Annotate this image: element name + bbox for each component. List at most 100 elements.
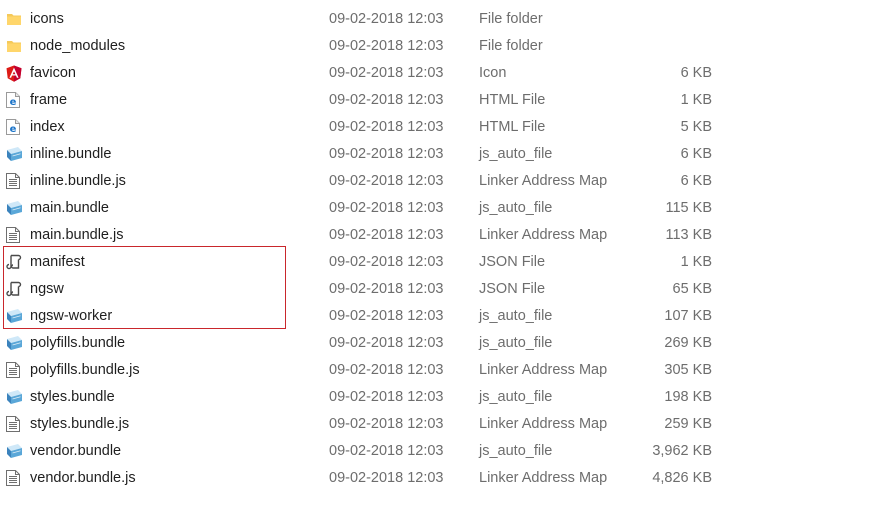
- file-date-modified: 09-02-2018 12:03: [329, 335, 444, 351]
- file-date-modified: 09-02-2018 12:03: [329, 119, 444, 135]
- file-row-inline.bundle.js[interactable]: inline.bundle.js 09-02-2018 12:03 Linker…: [0, 168, 887, 195]
- svg-text:e: e: [10, 124, 17, 135]
- file-type: js_auto_file: [479, 443, 553, 459]
- file-row-manifest[interactable]: manifest 09-02-2018 12:03 JSON File 1 KB: [0, 249, 887, 276]
- file-type: js_auto_file: [479, 308, 553, 324]
- file-date-modified: 09-02-2018 12:03: [329, 470, 444, 486]
- file-row-styles.bundle.js[interactable]: styles.bundle.js 09-02-2018 12:03 Linker…: [0, 411, 887, 438]
- file-row-node_modules[interactable]: node_modules 09-02-2018 12:03 File folde…: [0, 33, 887, 60]
- file-row-ngsw-worker[interactable]: ngsw-worker 09-02-2018 12:03 js_auto_fil…: [0, 303, 887, 330]
- bundle-file-icon: [6, 200, 22, 217]
- file-row-inline.bundle[interactable]: inline.bundle 09-02-2018 12:03 js_auto_f…: [0, 141, 887, 168]
- file-size: 1 KB: [680, 254, 712, 270]
- file-size: 113 KB: [665, 227, 713, 243]
- file-list: icons 09-02-2018 12:03 File folder node_…: [0, 6, 887, 492]
- file-date-modified: 09-02-2018 12:03: [329, 362, 444, 378]
- file-name: polyfills.bundle.js: [30, 362, 140, 378]
- text-document-icon: [6, 173, 22, 190]
- file-type: JSON File: [479, 281, 546, 297]
- text-document-icon: [6, 416, 22, 433]
- file-size: 198 KB: [664, 389, 712, 405]
- text-document-icon: [6, 470, 22, 487]
- edge-html-icon: e: [6, 119, 22, 136]
- file-row-main.bundle.js[interactable]: main.bundle.js 09-02-2018 12:03 Linker A…: [0, 222, 887, 249]
- file-row-index[interactable]: e index 09-02-2018 12:03 HTML File 5 KB: [0, 114, 887, 141]
- file-size: 1 KB: [680, 92, 712, 108]
- svg-text:e: e: [10, 97, 17, 108]
- file-type: File folder: [479, 38, 543, 54]
- file-size: 6 KB: [680, 173, 712, 189]
- file-row-polyfills.bundle.js[interactable]: polyfills.bundle.js 09-02-2018 12:03 Lin…: [0, 357, 887, 384]
- file-date-modified: 09-02-2018 12:03: [329, 65, 444, 81]
- file-type: Icon: [479, 65, 507, 81]
- file-date-modified: 09-02-2018 12:03: [329, 416, 444, 432]
- file-name: index: [30, 119, 65, 135]
- file-name: styles.bundle: [30, 389, 115, 405]
- file-date-modified: 09-02-2018 12:03: [329, 281, 444, 297]
- file-date-modified: 09-02-2018 12:03: [329, 173, 444, 189]
- json-file-icon: [6, 254, 22, 271]
- file-size: 6 KB: [680, 65, 712, 81]
- file-size: 3,962 KB: [652, 443, 712, 459]
- bundle-file-icon: [6, 389, 22, 406]
- file-row-icons[interactable]: icons 09-02-2018 12:03 File folder: [0, 6, 887, 33]
- file-date-modified: 09-02-2018 12:03: [329, 254, 444, 270]
- file-type: JSON File: [479, 254, 546, 270]
- bundle-file-icon: [6, 335, 22, 352]
- file-size: 269 KB: [664, 335, 712, 351]
- text-document-icon: [6, 227, 22, 244]
- file-type: js_auto_file: [479, 200, 553, 216]
- file-type: Linker Address Map: [479, 416, 608, 432]
- file-size: 259 KB: [664, 416, 712, 432]
- json-file-icon: [6, 281, 22, 298]
- file-size: 6 KB: [680, 146, 712, 162]
- file-type: Linker Address Map: [479, 173, 608, 189]
- file-name: main.bundle: [30, 200, 109, 216]
- file-date-modified: 09-02-2018 12:03: [329, 200, 444, 216]
- file-date-modified: 09-02-2018 12:03: [329, 389, 444, 405]
- file-size: 5 KB: [680, 119, 712, 135]
- file-date-modified: 09-02-2018 12:03: [329, 38, 444, 54]
- file-date-modified: 09-02-2018 12:03: [329, 227, 444, 243]
- file-name: inline.bundle.js: [30, 173, 126, 189]
- folder-icon: [6, 11, 22, 28]
- file-size: 115 KB: [665, 200, 713, 216]
- file-size: 305 KB: [664, 362, 712, 378]
- file-date-modified: 09-02-2018 12:03: [329, 443, 444, 459]
- file-name: ngsw-worker: [30, 308, 113, 324]
- file-name: manifest: [30, 254, 85, 270]
- file-type: js_auto_file: [479, 335, 553, 351]
- file-type: js_auto_file: [479, 146, 553, 162]
- file-size: 65 KB: [672, 281, 713, 297]
- bundle-file-icon: [6, 308, 22, 325]
- file-name: vendor.bundle.js: [30, 470, 136, 486]
- file-row-frame[interactable]: e frame 09-02-2018 12:03 HTML File 1 KB: [0, 87, 887, 114]
- file-size: 107 KB: [664, 308, 712, 324]
- file-name: node_modules: [30, 38, 126, 54]
- angular-icon: [6, 65, 22, 82]
- file-name: polyfills.bundle: [30, 335, 126, 351]
- file-type: Linker Address Map: [479, 362, 608, 378]
- file-name: main.bundle.js: [30, 227, 124, 243]
- edge-html-icon: e: [6, 92, 22, 109]
- file-row-favicon[interactable]: favicon 09-02-2018 12:03 Icon 6 KB: [0, 60, 887, 87]
- file-name: styles.bundle.js: [30, 416, 130, 432]
- file-name: ngsw: [30, 281, 64, 297]
- file-type: Linker Address Map: [479, 227, 608, 243]
- file-type: HTML File: [479, 92, 546, 108]
- file-type: Linker Address Map: [479, 470, 608, 486]
- file-row-styles.bundle[interactable]: styles.bundle 09-02-2018 12:03 js_auto_f…: [0, 384, 887, 411]
- file-date-modified: 09-02-2018 12:03: [329, 146, 444, 162]
- bundle-file-icon: [6, 146, 22, 163]
- file-type: File folder: [479, 11, 543, 27]
- file-row-ngsw[interactable]: ngsw 09-02-2018 12:03 JSON File 65 KB: [0, 276, 887, 303]
- file-row-vendor.bundle.js[interactable]: vendor.bundle.js 09-02-2018 12:03 Linker…: [0, 465, 887, 492]
- file-date-modified: 09-02-2018 12:03: [329, 11, 444, 27]
- file-row-main.bundle[interactable]: main.bundle 09-02-2018 12:03 js_auto_fil…: [0, 195, 887, 222]
- file-name: vendor.bundle: [30, 443, 122, 459]
- file-row-polyfills.bundle[interactable]: polyfills.bundle 09-02-2018 12:03 js_aut…: [0, 330, 887, 357]
- file-name: frame: [30, 92, 68, 108]
- file-row-vendor.bundle[interactable]: vendor.bundle 09-02-2018 12:03 js_auto_f…: [0, 438, 887, 465]
- file-name: icons: [30, 11, 64, 27]
- file-size: 4,826 KB: [652, 470, 712, 486]
